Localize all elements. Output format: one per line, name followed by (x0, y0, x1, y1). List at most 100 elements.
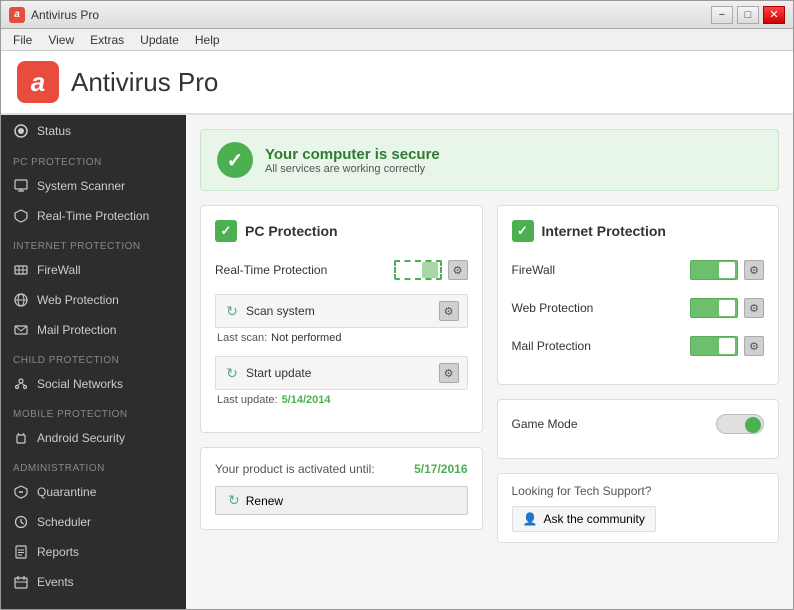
window-title: Antivirus Pro (31, 8, 99, 22)
realtime-icon (13, 208, 29, 224)
menu-extras[interactable]: Extras (82, 31, 132, 49)
realtime-gear-button[interactable]: ⚙ (448, 260, 468, 280)
internet-protection-col: Internet Protection FireWall ⚙ Web Prote… (497, 205, 780, 544)
community-button[interactable]: 👤 Ask the community (512, 506, 656, 532)
sidebar-scanner-label: System Scanner (37, 179, 125, 193)
sidebar-item-status[interactable]: Status (1, 115, 186, 147)
scan-gear-button[interactable]: ⚙ (439, 301, 459, 321)
sidebar-item-mail[interactable]: Mail Protection (1, 315, 186, 345)
menu-update[interactable]: Update (132, 31, 187, 49)
sidebar-section-child: CHILD PROTECTION (1, 349, 186, 369)
mail-gear-button[interactable]: ⚙ (744, 336, 764, 356)
sidebar-section-pc: PC PROTECTION (1, 151, 186, 171)
last-update-value: 5/14/2014 (282, 394, 331, 406)
web-icon (13, 292, 29, 308)
game-mode-label: Game Mode (512, 417, 717, 431)
app-title: Antivirus Pro (71, 67, 218, 98)
game-mode-knob (745, 417, 761, 433)
maximize-button[interactable]: □ (737, 6, 759, 24)
mail-toggle[interactable] (690, 336, 738, 356)
sidebar-firewall-label: FireWall (37, 263, 81, 277)
renew-label: Renew (246, 494, 283, 508)
sidebar-quarantine-label: Quarantine (37, 485, 96, 499)
sidebar-web-label: Web Protection (37, 293, 119, 307)
sidebar-android-label: Android Security (37, 431, 125, 445)
game-mode-toggle[interactable] (716, 414, 764, 434)
last-scan-row: Last scan: Not performed (215, 332, 468, 344)
activation-card: Your product is activated until: 5/17/20… (200, 447, 483, 530)
status-icon (13, 123, 29, 139)
sidebar-item-system-scanner[interactable]: System Scanner (1, 171, 186, 201)
game-mode-card: Game Mode (497, 399, 780, 459)
firewall-toggle-label: FireWall (512, 263, 691, 277)
sidebar-section-internet: INTERNET PROTECTION (1, 235, 186, 255)
sidebar-item-events[interactable]: Events (1, 567, 186, 597)
mail-toggle-label: Mail Protection (512, 339, 691, 353)
web-gear-button[interactable]: ⚙ (744, 298, 764, 318)
sidebar-item-firewall[interactable]: FireWall (1, 255, 186, 285)
renew-button[interactable]: ↻ Renew (215, 486, 468, 515)
realtime-toggle-row: Real-Time Protection ⚙ (215, 256, 468, 284)
web-toggle[interactable] (690, 298, 738, 318)
game-mode-row: Game Mode (512, 414, 765, 434)
internet-card-title: Internet Protection (542, 223, 666, 239)
last-scan-value: Not performed (271, 332, 341, 344)
realtime-toggle-label: Real-Time Protection (215, 263, 394, 277)
minimize-button[interactable]: − (711, 6, 733, 24)
sidebar-item-scheduler[interactable]: Scheduler (1, 507, 186, 537)
menu-view[interactable]: View (40, 31, 82, 49)
last-update-row: Last update: 5/14/2014 (215, 394, 468, 406)
scan-label: Scan system (246, 304, 439, 318)
sidebar-item-web[interactable]: Web Protection (1, 285, 186, 315)
status-banner: Your computer is secure All services are… (200, 129, 779, 191)
window-controls: − □ ✕ (711, 6, 785, 24)
events-icon (13, 574, 29, 590)
secure-check-icon (217, 142, 253, 178)
realtime-toggle[interactable] (394, 260, 442, 280)
sidebar-mail-label: Mail Protection (37, 323, 116, 337)
title-bar-left: Antivirus Pro (9, 7, 99, 23)
activation-row: Your product is activated until: 5/17/20… (215, 462, 468, 476)
status-title: Your computer is secure (265, 146, 440, 163)
android-icon (13, 430, 29, 446)
pc-card-title-row: PC Protection (215, 220, 468, 242)
sidebar-reports-label: Reports (37, 545, 79, 559)
status-subtitle: All services are working correctly (265, 163, 440, 175)
system-scanner-icon (13, 178, 29, 194)
sidebar-section-admin: ADMINISTRATION (1, 457, 186, 477)
firewall-gear-button[interactable]: ⚙ (744, 260, 764, 280)
quarantine-icon (13, 484, 29, 500)
sidebar-item-realtime[interactable]: Real-Time Protection (1, 201, 186, 231)
sidebar-status-label: Status (37, 124, 71, 138)
content-area: Your computer is secure All services are… (186, 115, 793, 609)
sidebar-item-android[interactable]: Android Security (1, 423, 186, 453)
pc-card-title: PC Protection (245, 223, 338, 239)
menu-help[interactable]: Help (187, 31, 228, 49)
last-scan-label: Last scan: (217, 332, 267, 344)
sidebar-item-reports[interactable]: Reports (1, 537, 186, 567)
update-action-row: ↻ Start update ⚙ (215, 356, 468, 390)
sidebar-section-mobile: MOBILE PROTECTION (1, 403, 186, 423)
app-logo (17, 61, 59, 103)
two-col-layout: PC Protection Real-Time Protection ⚙ ↻ S… (200, 205, 779, 544)
main-layout: Status PC PROTECTION System Scanner Real… (1, 115, 793, 609)
sidebar-social-label: Social Networks (37, 377, 123, 391)
app-window: Antivirus Pro − □ ✕ File View Extras Upd… (0, 0, 794, 610)
pc-protection-card: PC Protection Real-Time Protection ⚙ ↻ S… (200, 205, 483, 433)
sidebar-events-label: Events (37, 575, 74, 589)
menu-file[interactable]: File (5, 31, 40, 49)
menu-bar: File View Extras Update Help (1, 29, 793, 51)
title-bar: Antivirus Pro − □ ✕ (1, 1, 793, 29)
sidebar-item-quarantine[interactable]: Quarantine (1, 477, 186, 507)
last-update-label: Last update: (217, 394, 278, 406)
web-toggle-label: Web Protection (512, 301, 691, 315)
pc-protection-col: PC Protection Real-Time Protection ⚙ ↻ S… (200, 205, 483, 544)
mail-toggle-row: Mail Protection ⚙ (512, 332, 765, 360)
update-gear-button[interactable]: ⚙ (439, 363, 459, 383)
support-title: Looking for Tech Support? (512, 484, 765, 498)
tech-support-card: Looking for Tech Support? 👤 Ask the comm… (497, 473, 780, 543)
close-button[interactable]: ✕ (763, 6, 785, 24)
sidebar-item-social[interactable]: Social Networks (1, 369, 186, 399)
update-icon: ↻ (224, 365, 240, 381)
firewall-toggle[interactable] (690, 260, 738, 280)
